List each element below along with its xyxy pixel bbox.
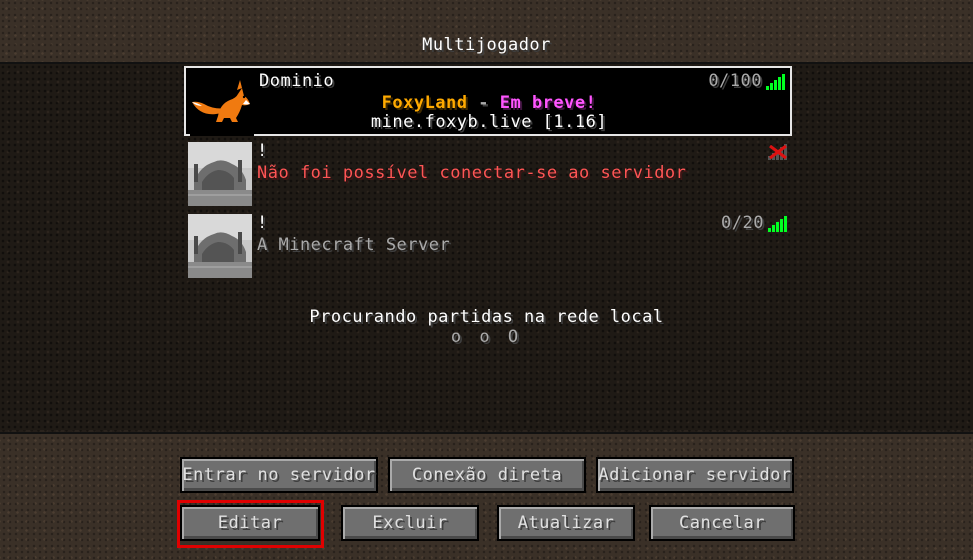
signal-strength-icon: [766, 74, 786, 90]
delete-button[interactable]: Excluir: [341, 505, 479, 541]
server-list[interactable]: Dominio 0/100 FoxyLand - Em breve! mine.…: [0, 64, 973, 430]
server-motd-line1: FoxyLand - Em breve!: [186, 93, 792, 113]
add-server-label: Adicionar servidor: [598, 465, 792, 485]
lan-loading-dots: o o O: [450, 327, 523, 347]
direct-connect-button[interactable]: Conexão direta: [388, 457, 586, 493]
add-server-button[interactable]: Adicionar servidor: [596, 457, 794, 493]
multiplayer-screen: Multijogador Dominio 0/100 FoxyLand - Em…: [0, 0, 973, 560]
header-bar: Multijogador: [0, 0, 973, 64]
page-title: Multijogador: [422, 35, 551, 55]
motd-separator: -: [467, 93, 500, 113]
default-server-icon: [188, 214, 252, 278]
server-entry-minecraft[interactable]: ! A Minecraft Server 0/20: [184, 210, 792, 280]
server-entry-error[interactable]: ! Não foi possível conectar-se ao servid…: [184, 138, 792, 208]
edit-highlight-box: [177, 500, 324, 548]
cancel-label: Cancelar: [679, 513, 765, 533]
join-server-button[interactable]: Entrar no servidor: [180, 457, 378, 493]
server-name: Dominio: [259, 71, 335, 91]
motd-foxyland: FoxyLand: [381, 93, 468, 113]
connection-error-icon: [768, 144, 788, 160]
default-server-icon: [188, 142, 252, 206]
cancel-button[interactable]: Cancelar: [649, 505, 795, 541]
footer-bar: [0, 432, 973, 560]
refresh-button[interactable]: Atualizar: [497, 505, 635, 541]
lan-search-text: Procurando partidas na rede local: [309, 307, 664, 327]
server-motd: Não foi possível conectar-se ao servidor: [257, 163, 687, 183]
refresh-label: Atualizar: [517, 513, 615, 533]
server-entry-dominio[interactable]: Dominio 0/100 FoxyLand - Em breve! mine.…: [184, 66, 792, 136]
server-motd-line2: mine.foxyb.live [1.16]: [370, 112, 608, 132]
server-name: !: [257, 213, 268, 233]
player-count: 0/100: [708, 71, 762, 91]
player-count: 0/20: [721, 213, 764, 233]
motd-em-breve: Em breve!: [499, 93, 597, 113]
delete-label: Excluir: [372, 513, 448, 533]
signal-strength-icon: [768, 216, 788, 232]
direct-connect-label: Conexão direta: [411, 465, 563, 485]
server-name: !: [257, 141, 268, 161]
join-server-label: Entrar no servidor: [182, 465, 376, 485]
server-motd: A Minecraft Server: [257, 235, 451, 255]
